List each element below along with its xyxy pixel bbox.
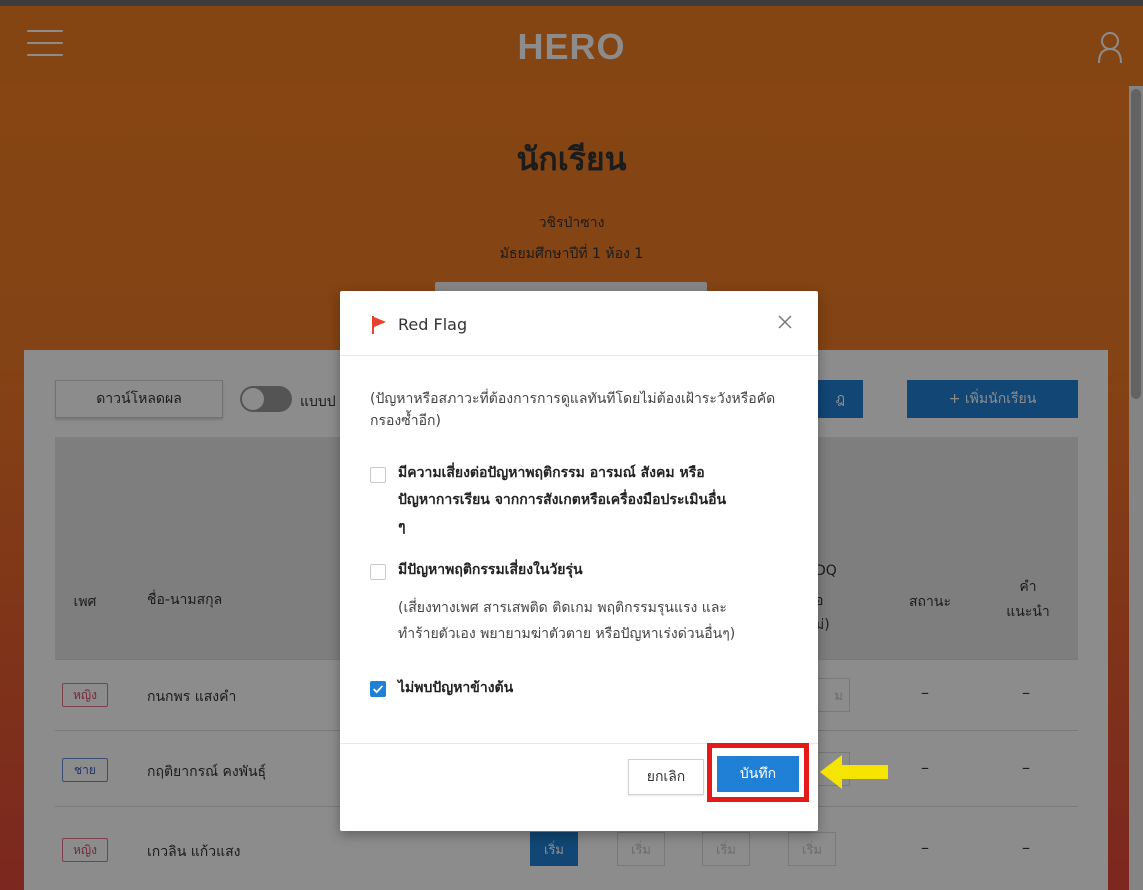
checkmark-icon: [373, 685, 384, 694]
modal-description: (ปัญหาหรือสภาวะที่ต้องการการดูแลทันทีโดย…: [370, 391, 776, 429]
option-label-behavior-risk-line2[interactable]: ปัญหาการเรียน จากการสังเกตหรือเครื่องมือ…: [398, 488, 726, 513]
option-checkbox-behavior-risk[interactable]: [370, 467, 386, 483]
option-note-teen-risk-line2: ทำร้ายตัวเอง พยายามฆ่าตัวตาย หรือปัญหาเร…: [398, 626, 736, 642]
option-note-teen-risk: (เสี่ยงทางเพศ สารเสพติด ติดเกม พฤติกรรมร…: [398, 600, 727, 616]
option-label-no-problem[interactable]: ไม่พบปัญหาข้างต้น: [398, 676, 513, 701]
option-label-behavior-risk[interactable]: มีความเสี่ยงต่อปัญหาพฤติกรรม อารมณ์ สังค…: [398, 461, 705, 486]
option-checkbox-teen-risk[interactable]: [370, 564, 386, 580]
modal-title: Red Flag: [398, 315, 468, 334]
cancel-button[interactable]: ยกเลิก: [628, 759, 704, 795]
page: HERO นักเรียน วชิรป่าซาง มัธยมศึกษาปีที่…: [0, 0, 1143, 890]
arrow-left-icon: [820, 755, 888, 789]
save-button-highlight: [707, 743, 809, 802]
close-icon[interactable]: [776, 313, 794, 331]
option-checkbox-no-problem[interactable]: [370, 681, 386, 697]
flag-icon: [372, 316, 386, 334]
option-label-behavior-risk-line3[interactable]: ๆ: [398, 515, 406, 540]
option-label-teen-risk[interactable]: มีปัญหาพฤติกรรมเสี่ยงในวัยรุ่น: [398, 558, 583, 583]
